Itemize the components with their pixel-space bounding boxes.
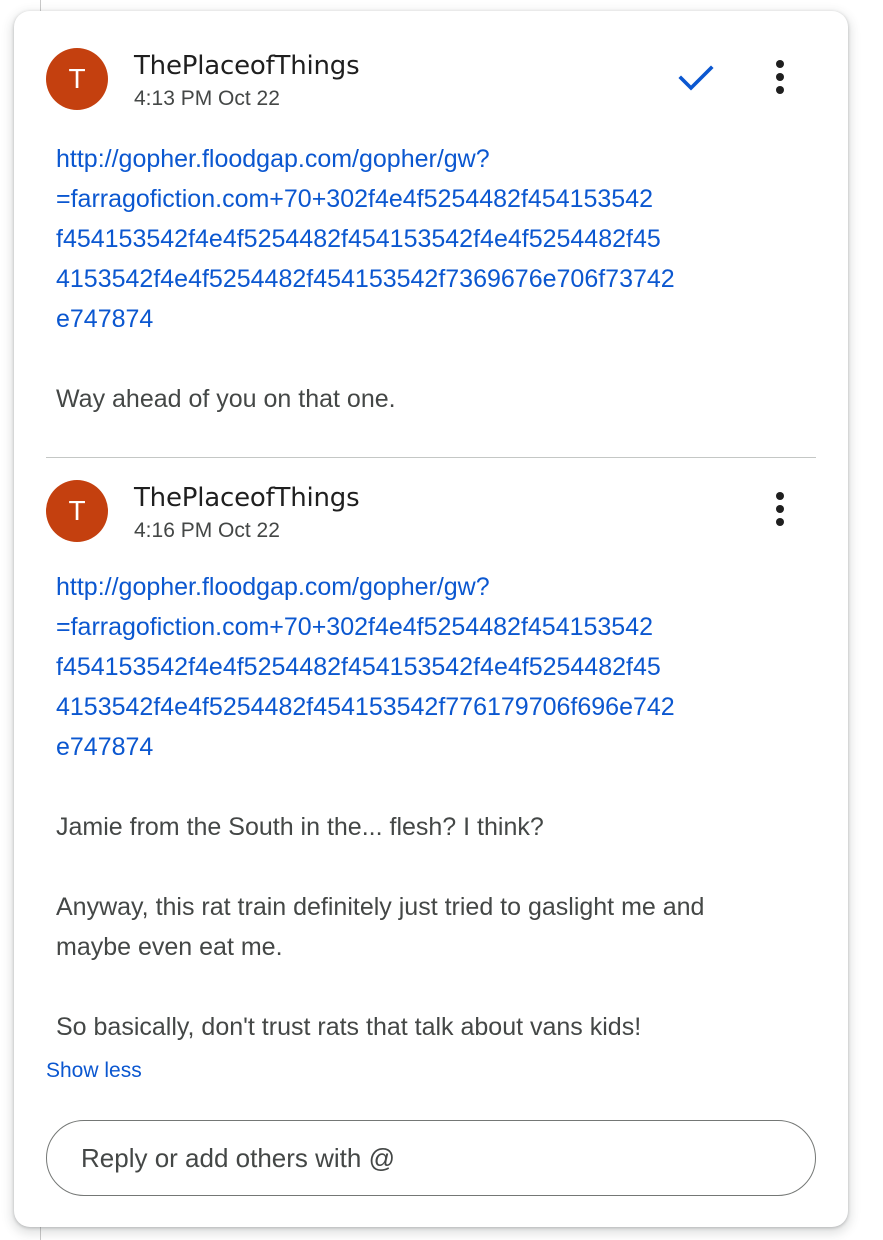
comment-author: ThePlaceofThings — [134, 483, 360, 513]
comment-body: http://gopher.floodgap.com/gopher/gw? =f… — [56, 139, 786, 419]
link-line: e747874 — [56, 733, 154, 761]
comment-divider — [46, 457, 816, 458]
reply-input[interactable] — [79, 1121, 783, 1196]
comment-thread-card: T ThePlaceofThings 4:13 PM Oct 22 http:/… — [14, 11, 848, 1227]
reply-box[interactable] — [46, 1120, 816, 1196]
link-line: 4153542f4e4f5254482f454153542f776179706f… — [56, 693, 675, 721]
avatar[interactable]: T — [46, 48, 108, 110]
link-line: 4153542f4e4f5254482f454153542f7369676e70… — [56, 265, 675, 293]
more-vert-icon — [776, 60, 784, 94]
more-options-button[interactable] — [758, 55, 802, 99]
link-line: http://gopher.floodgap.com/gopher/gw? — [56, 573, 490, 601]
more-vert-icon — [776, 492, 784, 526]
avatar[interactable]: T — [46, 480, 108, 542]
comment-text: Way ahead of you on that one. — [56, 385, 396, 413]
comment-timestamp[interactable]: 4:13 PM Oct 22 — [134, 87, 280, 111]
link-line: e747874 — [56, 305, 154, 333]
comment-text: Anyway, this rat train definitely just t… — [56, 893, 705, 961]
comment-link[interactable]: http://gopher.floodgap.com/gopher/gw? =f… — [56, 567, 786, 767]
comment-link[interactable]: http://gopher.floodgap.com/gopher/gw? =f… — [56, 139, 786, 339]
link-line: f454153542f4e4f5254482f454153542f4e4f525… — [56, 653, 661, 681]
check-icon — [678, 65, 714, 91]
comment-timestamp[interactable]: 4:16 PM Oct 22 — [134, 519, 280, 543]
link-line: http://gopher.floodgap.com/gopher/gw? — [56, 145, 490, 173]
show-less-link[interactable]: Show less — [46, 1059, 142, 1083]
resolve-button[interactable] — [674, 55, 718, 99]
more-options-button[interactable] — [758, 487, 802, 531]
comment-author: ThePlaceofThings — [134, 51, 360, 81]
comment-body: http://gopher.floodgap.com/gopher/gw? =f… — [56, 567, 786, 1047]
link-line: =farragofiction.com+70+302f4e4f5254482f4… — [56, 613, 654, 641]
link-line: f454153542f4e4f5254482f454153542f4e4f525… — [56, 225, 661, 253]
link-line: =farragofiction.com+70+302f4e4f5254482f4… — [56, 185, 654, 213]
comment-text: So basically, don't trust rats that talk… — [56, 1013, 642, 1041]
comment-text: Jamie from the South in the... flesh? I … — [56, 813, 544, 841]
